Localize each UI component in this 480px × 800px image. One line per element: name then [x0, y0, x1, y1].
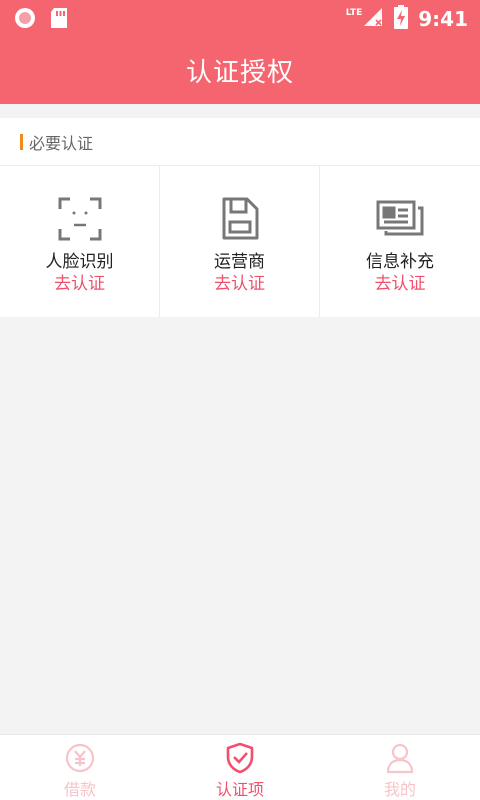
- user-icon: [384, 742, 416, 774]
- shield-check-icon: [224, 742, 256, 774]
- auth-item-name: 人脸识别: [45, 252, 114, 272]
- bottom-tab-bar: 借款 认证项 我的: [0, 734, 480, 800]
- id-card-icon: [376, 195, 424, 243]
- network-type: LTE: [345, 8, 363, 18]
- auth-grid: 人脸识别 去认证 运营商 去认证 信息补充 去认证: [0, 166, 480, 317]
- record-icon: [14, 7, 36, 33]
- auth-item-face[interactable]: 人脸识别 去认证: [0, 166, 160, 317]
- tab-label: 我的: [383, 780, 416, 799]
- signal-icon: [362, 6, 384, 32]
- tab-label: 认证项: [215, 780, 264, 799]
- tab-loan[interactable]: 借款: [0, 735, 160, 800]
- status-bar: LTE 9:41: [0, 0, 480, 36]
- face-scan-icon: [56, 195, 104, 243]
- auth-action-link[interactable]: 去认证: [214, 274, 265, 294]
- auth-item-name: 信息补充: [366, 252, 434, 272]
- auth-item-info[interactable]: 信息补充 去认证: [320, 166, 480, 317]
- status-time: 9:41: [418, 7, 468, 31]
- tab-certification[interactable]: 认证项: [160, 735, 320, 800]
- auth-item-carrier[interactable]: 运营商 去认证: [160, 166, 320, 317]
- sim-card-icon: [216, 195, 264, 243]
- yuan-coin-icon: [64, 742, 96, 774]
- tab-mine[interactable]: 我的: [320, 735, 480, 800]
- section-marker: [20, 133, 23, 150]
- sd-card-icon: [50, 7, 68, 33]
- auth-action-link[interactable]: 去认证: [54, 274, 105, 294]
- section-title: 必要认证: [29, 133, 94, 153]
- section-header: 必要认证: [0, 118, 480, 166]
- page-title: 认证授权: [185, 57, 294, 88]
- battery-charging-icon: [394, 5, 409, 33]
- auth-item-name: 运营商: [214, 252, 265, 272]
- auth-action-link[interactable]: 去认证: [375, 274, 426, 294]
- app-bar: 认证授权: [0, 36, 480, 104]
- tab-label: 借款: [63, 780, 96, 799]
